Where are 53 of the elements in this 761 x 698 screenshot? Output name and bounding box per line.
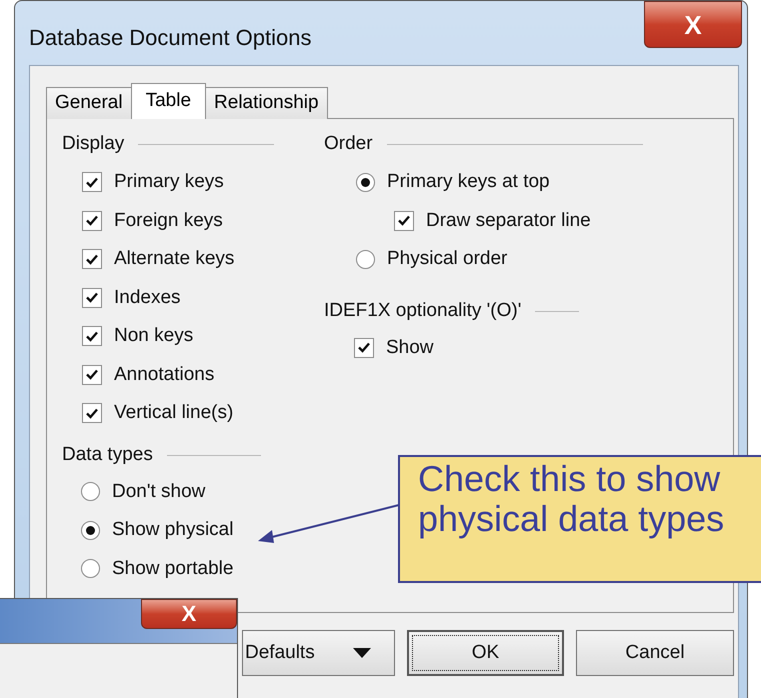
- checkmark-icon: [86, 215, 98, 226]
- checkbox[interactable]: [82, 326, 102, 346]
- checkbox-label: Non keys: [114, 324, 194, 348]
- radio-label: Don't show: [112, 480, 206, 504]
- checkmark-icon: [86, 369, 98, 380]
- checkbox[interactable]: [82, 249, 102, 270]
- radio-label: Show physical: [112, 518, 234, 542]
- checkbox-label: Indexes: [114, 286, 181, 310]
- close-button[interactable]: X: [644, 1, 742, 48]
- group-heading: IDEF1X optionality '(O)': [324, 299, 522, 324]
- checkbox[interactable]: [354, 338, 374, 358]
- checkmark-icon: [358, 342, 370, 354]
- radio-label: Physical order: [387, 247, 508, 271]
- dropdown-button[interactable]: Defaults: [242, 630, 395, 676]
- checkmark-icon: [86, 292, 98, 304]
- checkbox[interactable]: [82, 364, 102, 385]
- dialog-button[interactable]: Cancel: [576, 630, 734, 676]
- dialog-button[interactable]: OK: [407, 630, 564, 676]
- checkbox[interactable]: [82, 288, 102, 308]
- checkbox-label: Foreign keys: [114, 208, 223, 232]
- group-heading: Data types: [62, 443, 153, 468]
- checkbox[interactable]: [394, 210, 414, 231]
- callout-text: Check this to show: [418, 459, 722, 499]
- checkmark-icon: [86, 254, 98, 265]
- window-title: Database Document Options: [29, 24, 312, 52]
- checkbox-label: Draw separator line: [426, 208, 591, 232]
- checkmark-icon: [86, 408, 98, 419]
- checkmark-icon: [398, 215, 410, 226]
- checkmark-icon: [86, 330, 98, 342]
- checkbox-label: Primary keys: [114, 170, 224, 194]
- tab[interactable]: General: [46, 87, 132, 119]
- group-heading: Display: [62, 132, 124, 156]
- radio-button[interactable]: [356, 172, 375, 192]
- radio-label: Show portable: [112, 556, 234, 580]
- tab[interactable]: Relationship: [205, 87, 328, 119]
- close-button[interactable]: X: [141, 599, 237, 629]
- callout-text: physical data types: [418, 499, 726, 539]
- tab[interactable]: Table: [130, 83, 206, 119]
- checkbox[interactable]: [82, 403, 102, 424]
- checkbox[interactable]: [82, 172, 102, 192]
- radio-button[interactable]: [81, 482, 100, 502]
- checkbox-label: Alternate keys: [114, 247, 234, 271]
- caret-icon: [352, 648, 371, 658]
- checkbox-label: Vertical line(s): [114, 401, 234, 425]
- checkmark-icon: [86, 176, 98, 188]
- radio-label: Primary keys at top: [387, 170, 550, 194]
- radio-button[interactable]: [81, 520, 100, 540]
- radio-button[interactable]: [356, 250, 375, 269]
- checkbox-label: Annotations: [114, 362, 214, 386]
- checkbox-label: Show: [386, 336, 434, 360]
- group-heading: Order: [324, 132, 373, 156]
- radio-button[interactable]: [81, 559, 100, 578]
- checkbox[interactable]: [82, 210, 102, 231]
